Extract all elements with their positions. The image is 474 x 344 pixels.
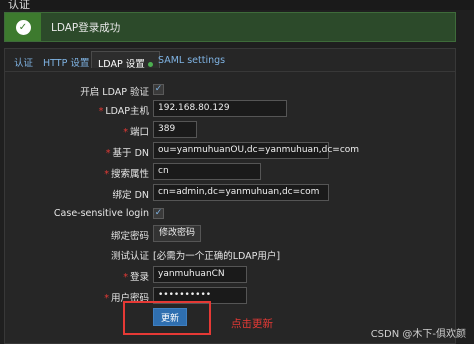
banner-message: LDAP登录成功 [51,22,121,34]
row-bind-password: 绑定密码 修改密码 [5,225,455,243]
row-enable-ldap: 开启 LDAP 验证 ✓ [5,81,455,99]
row-test-auth: 测试认证 [必需为一个正确的LDAP用户] [5,245,455,263]
success-banner: ✓ LDAP登录成功 [4,12,456,42]
settings-panel: 认证 HTTP 设置 LDAP 设置 SAML settings 开启 LDAP… [4,48,456,344]
status-dot-icon [147,62,153,67]
base-dn-input[interactable]: ou=yanmuhuanOU,dc=yanmuhuan,dc=com [153,142,359,159]
row-bind-dn: 绑定 DN cn=admin,dc=yanmuhuan,dc=com [5,184,455,202]
ldap-host-label: * LDAP主机 [98,106,149,117]
row-login: * 登录 yanmuhuanCN [5,266,455,284]
case-sensitive-checkbox[interactable]: ✓ [153,208,164,219]
bind-dn-input[interactable]: cn=admin,dc=yanmuhuan,dc=com [153,184,329,201]
case-sensitive-label: Case-sensitive login [53,208,149,219]
enable-ldap-label: 开启 LDAP 验证 [80,87,149,98]
click-update-annotation: 点击更新 [231,318,273,330]
bind-dn-label: 绑定 DN [112,190,149,201]
change-password-button[interactable]: 修改密码 [153,225,202,242]
base-dn-label: * 基于 DN [105,148,149,159]
row-user-password: * 用户密码 •••••••••• [5,287,455,305]
tab-saml-settings[interactable]: SAML settings [158,55,225,66]
row-ldap-host: * LDAP主机 192.168.80.129 [5,100,455,118]
port-input[interactable]: 389 [153,121,197,138]
update-button[interactable]: 更新 [153,308,187,326]
row-search-attr: * 搜索属性 cn [5,163,455,181]
tab-auth[interactable]: 认证 [14,55,33,69]
enable-ldap-checkbox[interactable]: ✓ [153,84,164,95]
port-label: * 端口 [123,127,149,138]
ldap-host-input[interactable]: 192.168.80.129 [153,100,287,117]
window-titlebar: 认证 [0,0,474,11]
login-input[interactable]: yanmuhuanCN [153,266,247,283]
row-base-dn: * 基于 DN ou=yanmuhuanOU,dc=yanmuhuan,dc=co… [5,142,455,160]
row-port: * 端口 389 [5,121,455,139]
test-auth-note: [必需为一个正确的LDAP用户] [153,251,281,262]
window-title: 认证 [8,0,30,11]
search-attr-input[interactable]: cn [153,163,261,180]
search-attr-label: * 搜索属性 [104,169,149,180]
tab-ldap-label: LDAP 设置 [98,59,145,70]
banner-icon-box: ✓ [5,13,41,41]
tab-bar: 认证 HTTP 设置 LDAP 设置 SAML settings [5,49,455,72]
watermark: CSDN @木下-俱欢颜 [370,329,466,340]
tab-http-settings[interactable]: HTTP 设置 [43,55,89,69]
bind-password-label: 绑定密码 [110,231,149,242]
login-label: * 登录 [123,272,149,283]
row-case-sensitive: Case-sensitive login ✓ [5,205,455,223]
check-circle-icon: ✓ [15,19,31,35]
test-auth-label: 测试认证 [110,251,149,262]
tab-ldap-settings[interactable]: LDAP 设置 [91,51,160,70]
